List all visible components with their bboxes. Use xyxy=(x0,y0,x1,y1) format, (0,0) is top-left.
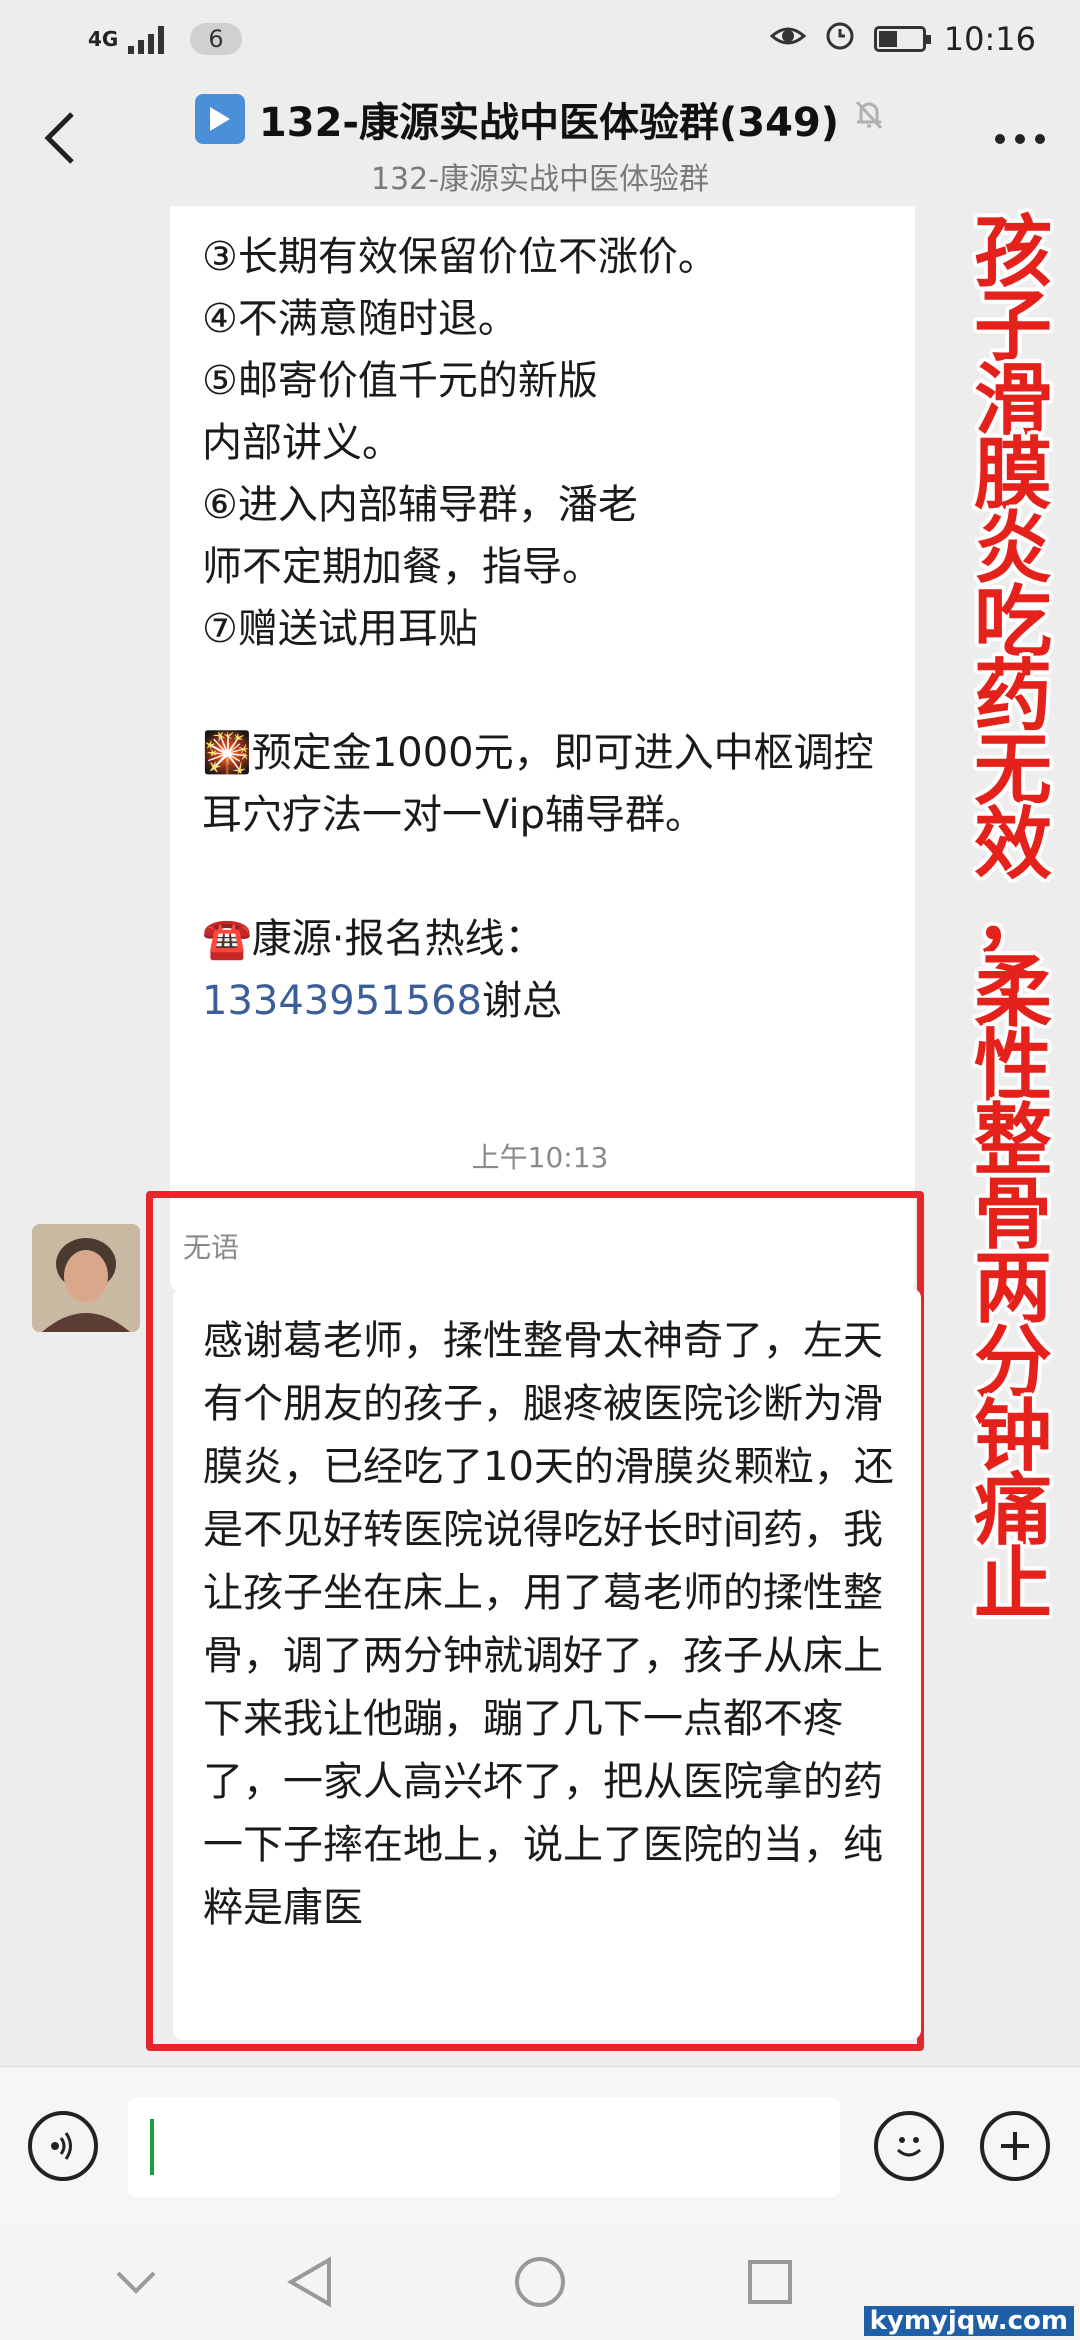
chat-title-block[interactable]: 132-康源实战中医体验群(349) 132-康源实战中医体验群 xyxy=(160,90,920,198)
overlay-char: ， xyxy=(973,874,1052,964)
chat-title: 132-康源实战中医体验群(349) xyxy=(258,100,840,146)
emoji-icon xyxy=(896,2137,922,2157)
more-dots-icon xyxy=(995,134,1045,144)
message-input[interactable] xyxy=(128,2097,840,2197)
hide-keyboard-button[interactable] xyxy=(104,2250,168,2314)
more-button[interactable] xyxy=(990,114,1050,164)
message-bubble[interactable]: ③长期有效保留价位不涨价。 ④不满意随时退。 ⑤邮寄价值千元的新版内部讲义。 ⑥… xyxy=(170,206,915,1291)
overlay-char: 整 xyxy=(973,1096,1052,1186)
emoji-button[interactable] xyxy=(874,2111,944,2181)
overlay-char: 性 xyxy=(973,1022,1052,1112)
alarm-icon xyxy=(824,19,856,59)
nav-home-button[interactable] xyxy=(508,2250,572,2314)
message-line xyxy=(202,660,879,722)
status-right: 10:16 xyxy=(769,19,1036,59)
overlay-char: 痛 xyxy=(973,1466,1052,1556)
message-line: ☎️康源·报名热线： xyxy=(202,916,545,962)
overlay-char: 无 xyxy=(973,726,1052,816)
message-line: ⑤邮寄价值千元的新版内部讲义。 xyxy=(202,358,598,466)
overlay-char: 吃 xyxy=(973,578,1052,668)
recents-square-icon xyxy=(748,2260,792,2304)
battery-icon xyxy=(873,26,931,52)
overlay-char: 钟 xyxy=(973,1392,1052,1482)
status-left: 4G 6 xyxy=(88,23,242,55)
overlay-char: 止 xyxy=(973,1540,1052,1630)
overlay-char: 滑 xyxy=(973,356,1052,446)
play-icon xyxy=(194,94,245,144)
phone-link[interactable]: 13343951568 xyxy=(202,978,482,1024)
watermark: kymyjqw.com xyxy=(863,2306,1074,2336)
highlight-frame: 无语 感谢葛老师，揉性整骨太神奇了，左天有个朋友的孩子，腿疼被医院诊断为滑膜炎，… xyxy=(146,1191,924,2051)
notification-count-badge: 6 xyxy=(190,23,242,55)
back-button[interactable] xyxy=(30,108,90,168)
input-bar xyxy=(0,2066,1080,2222)
overlay-char: 柔 xyxy=(973,948,1052,1038)
chevron-left-icon xyxy=(44,112,74,164)
chat-header: 132-康源实战中医体验群(349) 132-康源实战中医体验群 xyxy=(0,78,1080,206)
status-bar: 4G 6 10:16 xyxy=(0,0,1080,78)
message-bubble[interactable]: 感谢葛老师，揉性整骨太神奇了，左天有个朋友的孩子，腿疼被医院诊断为滑膜炎，已经吃… xyxy=(173,1288,921,2040)
home-circle-icon xyxy=(515,2257,565,2307)
sender-name: 无语 xyxy=(183,1231,240,1264)
message-line: ⑥进入内部辅导群，潘老师不定期加餐，指导。 xyxy=(202,482,638,590)
bell-muted-icon xyxy=(853,96,885,142)
back-triangle-icon xyxy=(287,2256,331,2308)
eye-icon xyxy=(769,20,807,58)
chevron-down-icon xyxy=(116,2271,156,2294)
contact-name: 谢总 xyxy=(481,978,562,1024)
overlay-char: 炎 xyxy=(973,504,1052,594)
message-line: ③长期有效保留价位不涨价。 xyxy=(202,234,718,280)
overlay-char: 孩 xyxy=(973,208,1052,298)
overlay-char: 效 xyxy=(973,800,1052,890)
nav-recents-button[interactable] xyxy=(738,2250,802,2314)
nav-back-button[interactable] xyxy=(278,2250,342,2314)
hotline-line: 13343951568谢总 xyxy=(202,970,879,1032)
message-line: ⑦赠送试用耳贴 xyxy=(202,606,478,652)
overlay-char: 药 xyxy=(973,652,1052,742)
overlay-char: 膜 xyxy=(973,430,1052,520)
signal-icon xyxy=(128,24,165,54)
overlay-char: 子 xyxy=(973,282,1052,372)
text-caret xyxy=(150,2119,154,2175)
chat-subtitle: 132-康源实战中医体验群 xyxy=(370,162,710,197)
network-type: 4G xyxy=(88,27,119,51)
overlay-char: 两 xyxy=(973,1244,1052,1334)
voice-icon xyxy=(51,2132,72,2160)
chat-area[interactable]: ③长期有效保留价位不涨价。 ④不满意随时退。 ⑤邮寄价值千元的新版内部讲义。 ⑥… xyxy=(0,206,1080,2066)
system-nav-bar: kymyjqw.com xyxy=(0,2222,1080,2340)
avatar[interactable] xyxy=(32,1224,140,1332)
message-timestamp: 上午10:13 xyxy=(471,1141,609,1174)
overlay-char: 骨 xyxy=(973,1170,1052,1260)
plus-button[interactable] xyxy=(980,2111,1050,2181)
overlay-char: 分 xyxy=(973,1318,1052,1408)
message-line xyxy=(202,846,879,908)
status-time: 10:16 xyxy=(943,20,1036,58)
voice-button[interactable] xyxy=(28,2111,98,2181)
message-line: 🎇预定金1000元，即可进入中枢调控耳穴疗法一对一Vip辅导群。 xyxy=(202,730,874,838)
plus-icon xyxy=(1001,2132,1029,2160)
overlay-caption: 孩子滑膜炎吃药无效，柔性整骨两分钟痛止 xyxy=(958,208,1068,1630)
message-line: ④不满意随时退。 xyxy=(202,296,518,342)
